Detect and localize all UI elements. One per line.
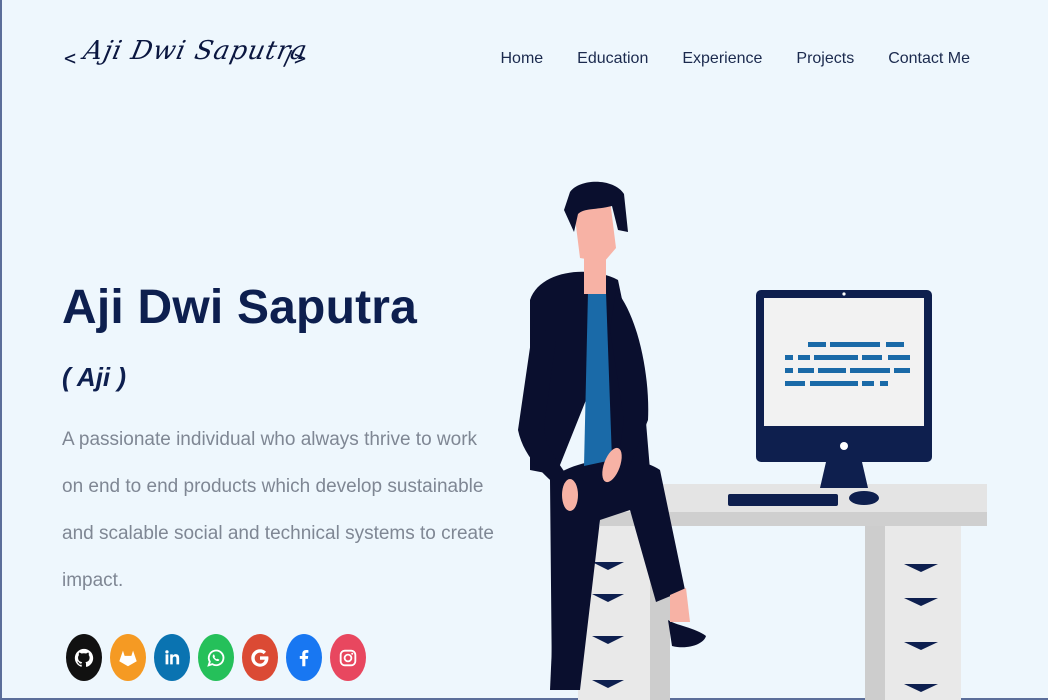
gitlab-icon [119, 650, 137, 666]
keyboard [728, 494, 838, 506]
linkedin-icon [165, 649, 180, 664]
google-icon [251, 648, 269, 667]
nav-experience[interactable]: Experience [682, 50, 762, 68]
logo-left-bracket: < [64, 46, 77, 70]
facebook-icon [299, 649, 309, 666]
mouse [849, 491, 879, 505]
instagram-button[interactable] [330, 634, 366, 681]
logo-signature: Aji Dwi Saputra [80, 36, 311, 66]
site-logo[interactable]: < Aji Dwi Saputra /> [64, 36, 314, 98]
nav-education[interactable]: Education [577, 50, 648, 68]
nav-home[interactable]: Home [500, 50, 543, 68]
gitlab-button[interactable] [110, 634, 146, 681]
whatsapp-icon [207, 649, 225, 667]
hero-name: Aji Dwi Saputra [62, 281, 418, 334]
google-button[interactable] [242, 634, 278, 681]
social-links [66, 634, 366, 681]
facebook-button[interactable] [286, 634, 322, 681]
nav-projects[interactable]: Projects [796, 50, 854, 68]
hero-nickname: ( Aji ) [62, 362, 127, 392]
main-nav: Home Education Experience Projects Conta… [466, 50, 970, 68]
linkedin-button[interactable] [154, 634, 190, 681]
instagram-icon [339, 649, 357, 666]
github-button[interactable] [66, 634, 102, 681]
logo-right-bracket: /> [282, 46, 307, 70]
hero-bio: A passionate individual who always thriv… [62, 429, 494, 591]
nav-contact-me[interactable]: Contact Me [888, 50, 970, 68]
whatsapp-button[interactable] [198, 634, 234, 681]
developer-desk-illustration [518, 181, 987, 700]
github-icon [74, 648, 94, 667]
